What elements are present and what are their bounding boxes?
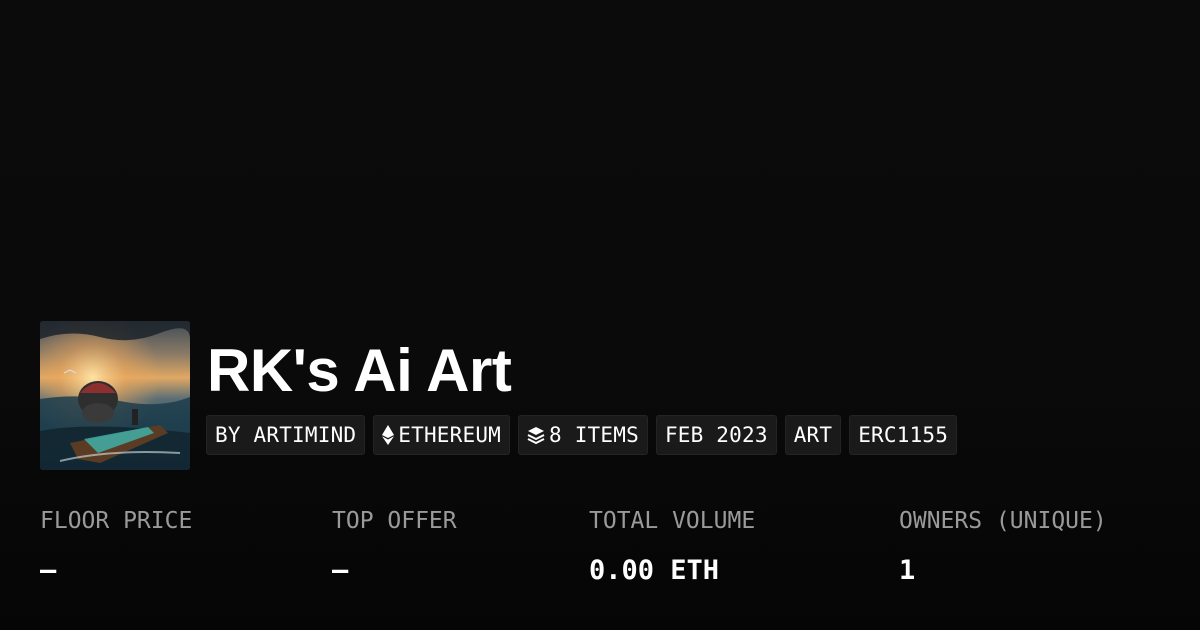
top-offer-value: — bbox=[332, 555, 349, 586]
standard-label: ERC1155 bbox=[858, 423, 949, 447]
total-volume-stat: TOTAL VOLUME 0.00 ETH bbox=[589, 505, 755, 587]
collection-art-icon bbox=[40, 321, 190, 470]
chain-label: ETHEREUM bbox=[398, 423, 502, 447]
floor-price-value: — bbox=[40, 555, 57, 586]
collection-title: RK's Ai Art bbox=[207, 337, 512, 404]
owners-stat: OWNERS (UNIQUE) 1 bbox=[899, 505, 1107, 587]
layers-icon bbox=[527, 426, 545, 444]
total-volume-value: 0.00 ETH bbox=[589, 555, 720, 586]
floor-price-label: FLOOR PRICE bbox=[40, 508, 193, 534]
top-offer-label: TOP OFFER bbox=[332, 508, 457, 534]
category-label: ART bbox=[793, 423, 833, 447]
creator-chip[interactable]: BY ARTIMIND bbox=[206, 415, 366, 455]
owners-value: 1 bbox=[899, 555, 916, 586]
total-volume-label: TOTAL VOLUME bbox=[589, 508, 756, 534]
owners-label: OWNERS (UNIQUE) bbox=[899, 508, 1107, 534]
top-offer-stat: TOP OFFER — bbox=[332, 505, 457, 587]
items-chip[interactable]: 8 ITEMS bbox=[518, 415, 648, 455]
collection-thumbnail bbox=[40, 321, 190, 470]
date-chip: FEB 2023 bbox=[655, 415, 777, 455]
category-chip[interactable]: ART bbox=[784, 415, 842, 455]
standard-chip: ERC1155 bbox=[849, 415, 958, 455]
creator-label: BY ARTIMIND bbox=[215, 423, 357, 447]
items-label: 8 ITEMS bbox=[549, 423, 639, 447]
ethereum-icon bbox=[382, 425, 395, 445]
floor-price-stat: FLOOR PRICE — bbox=[40, 505, 192, 587]
chain-chip[interactable]: ETHEREUM bbox=[373, 415, 511, 455]
date-label: FEB 2023 bbox=[664, 423, 768, 447]
collection-meta-chips: BY ARTIMIND ETHEREUM 8 ITEMS FEB 2023 AR… bbox=[206, 415, 958, 455]
